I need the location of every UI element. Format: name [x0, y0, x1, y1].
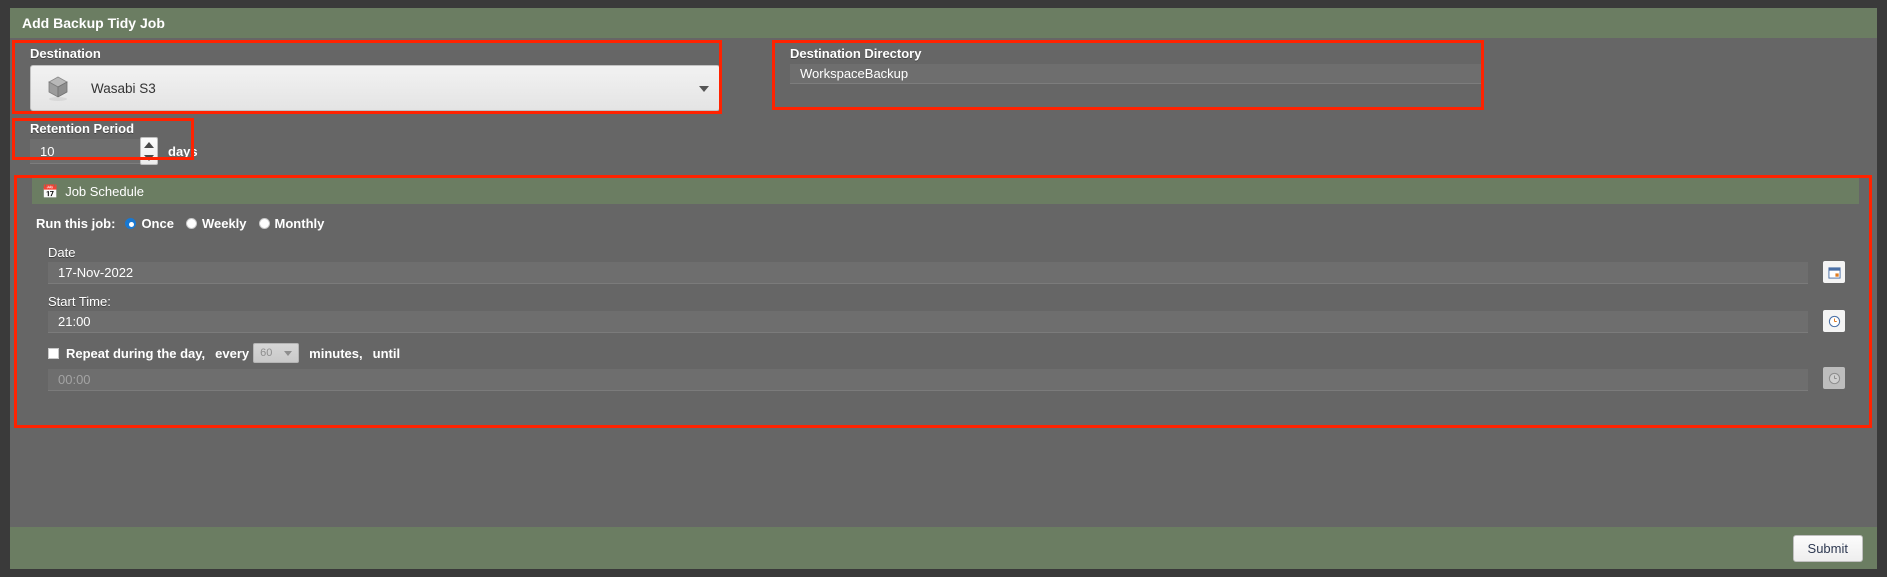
destination-select[interactable]: Wasabi S3 [30, 65, 720, 111]
frequency-option-once[interactable]: Once [125, 216, 174, 231]
frequency-radio-group: Run this job: Once Weekly Monthly [32, 216, 1859, 231]
repeat-until-label: until [372, 345, 401, 361]
form-body: Destination Wasabi S3 Destination Direct… [10, 38, 1877, 527]
repeat-during-day-checkbox[interactable] [48, 347, 59, 359]
page-title: Add Backup Tidy Job [22, 15, 165, 31]
start-time-input[interactable]: 21:00 [48, 311, 1808, 333]
repeat-every-label: every [215, 345, 250, 361]
form-footer: Submit [10, 527, 1877, 569]
chevron-down-icon [284, 351, 293, 356]
retention-period-row: 10 days [30, 137, 198, 165]
retention-period-stepper[interactable]: 10 [30, 137, 158, 165]
frequency-option-once-label: Once [141, 216, 174, 231]
job-schedule-title: Job Schedule [65, 183, 144, 199]
retention-period-spin-buttons[interactable] [140, 137, 158, 165]
run-this-job-label: Run this job: [36, 216, 116, 231]
retention-period-label: Retention Period [30, 121, 135, 136]
date-label: Date [48, 245, 76, 260]
chevron-down-icon [699, 86, 709, 92]
clock-icon [1828, 372, 1840, 384]
retention-period-value: 10 [40, 144, 55, 159]
job-schedule-panel: 📅 Job Schedule Run this job: Once Weekly [32, 178, 1859, 423]
job-schedule-header: 📅 Job Schedule [32, 178, 1859, 204]
destination-directory-input[interactable] [790, 64, 1482, 84]
repeat-minutes-label: minutes, [309, 345, 363, 361]
repeat-during-day-label: Repeat during the day, [66, 345, 206, 361]
triangle-up-icon[interactable] [144, 141, 154, 148]
clock-icon [1828, 315, 1840, 327]
until-time-field-group: 00:00 [32, 367, 1859, 391]
retention-period-group: Retention Period 10 days [30, 121, 198, 165]
frequency-option-monthly[interactable]: Monthly [258, 216, 325, 231]
calendar-icon [1827, 266, 1841, 279]
repeat-during-day-row: Repeat during the day, every 60 minutes,… [32, 343, 1859, 363]
until-time-input[interactable]: 00:00 [48, 369, 1808, 391]
frequency-option-weekly[interactable]: Weekly [185, 216, 247, 231]
cube-icon [43, 73, 73, 103]
retention-period-unit: days [168, 144, 198, 159]
radio-monthly-icon[interactable] [258, 218, 270, 229]
radio-once-icon[interactable] [125, 218, 137, 229]
window-title-bar: Add Backup Tidy Job [10, 8, 1877, 38]
repeat-interval-value: 60 [260, 347, 273, 359]
start-time-label: Start Time: [48, 294, 111, 309]
job-schedule-body: Run this job: Once Weekly Monthly Date 1… [32, 204, 1859, 391]
destination-directory-group: Destination Directory [790, 46, 1482, 84]
until-time-picker-button[interactable] [1823, 367, 1845, 389]
destination-label: Destination [30, 46, 101, 61]
destination-selected-value: Wasabi S3 [91, 80, 156, 96]
date-field-group: Date 17-Nov-2022 [32, 245, 1859, 284]
date-input[interactable]: 17-Nov-2022 [48, 262, 1808, 284]
calendar-icon: 📅 [42, 183, 59, 199]
add-backup-tidy-job-window: Add Backup Tidy Job Destination Wasabi S… [0, 0, 1887, 577]
repeat-interval-select[interactable]: 60 [253, 343, 300, 363]
radio-weekly-icon[interactable] [185, 218, 197, 229]
destination-directory-label: Destination Directory [790, 46, 922, 61]
date-picker-button[interactable] [1823, 261, 1845, 283]
start-time-field-group: Start Time: 21:00 [32, 294, 1859, 333]
frequency-option-weekly-label: Weekly [201, 216, 247, 231]
triangle-down-icon[interactable] [144, 154, 154, 161]
start-time-picker-button[interactable] [1823, 310, 1845, 332]
destination-field-group: Destination Wasabi S3 [30, 46, 720, 111]
frequency-option-monthly-label: Monthly [274, 216, 325, 231]
submit-button[interactable]: Submit [1792, 535, 1863, 562]
